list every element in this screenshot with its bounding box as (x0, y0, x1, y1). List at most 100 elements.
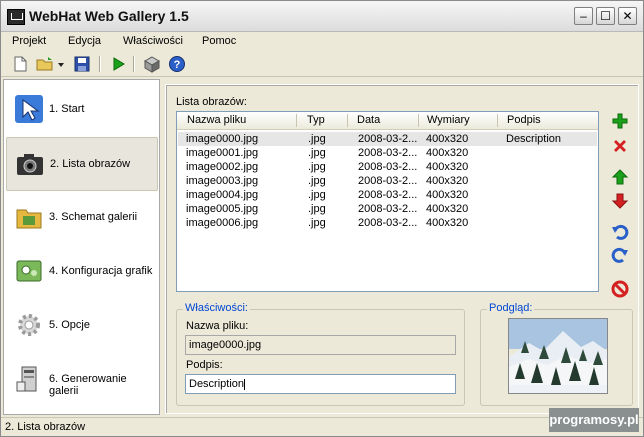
clear-icon[interactable] (611, 280, 629, 298)
folder-icon (16, 209, 42, 229)
cell-date: 2008-03-2... (358, 161, 418, 173)
cell-dimensions: 400x320 (426, 175, 469, 187)
app-icon (7, 9, 25, 25)
nav-item-schemat-galerii[interactable]: 3. Schemat galerii (6, 191, 158, 245)
nav-item-opcje[interactable]: 5. Opcje (6, 299, 158, 353)
image-list[interactable]: Nazwa pliku Typ Data Wymiary Podpis imag… (176, 111, 599, 292)
filename-label: Nazwa pliku: (186, 320, 249, 332)
table-row[interactable]: image0004.jpg .jpg 2008-03-2... 400x320 (178, 188, 597, 202)
move-down-icon[interactable] (611, 192, 629, 210)
save-icon[interactable] (73, 55, 91, 73)
column-divider[interactable] (296, 114, 297, 127)
table-row[interactable]: image0002.jpg .jpg 2008-03-2... 400x320 (178, 160, 597, 174)
toolbar-separator (133, 56, 135, 72)
column-divider[interactable] (347, 114, 348, 127)
cell-date: 2008-03-2... (358, 175, 418, 187)
open-dropdown-icon[interactable] (56, 55, 66, 73)
minimize-button[interactable]: – (574, 7, 593, 25)
status-text: 2. Lista obrazów (5, 421, 86, 433)
cell-filename: image0002.jpg (186, 161, 259, 173)
table-row[interactable]: image0001.jpg .jpg 2008-03-2... 400x320 (178, 146, 597, 160)
help-icon[interactable]: ? (168, 55, 186, 73)
cell-filename: image0004.jpg (186, 189, 259, 201)
nav-label: 6. Generowanie galerii (49, 373, 127, 397)
menu-bar: Projekt Edycja Właściwości Pomoc (1, 32, 643, 51)
cell-type: .jpg (308, 133, 326, 145)
cell-type: .jpg (308, 217, 326, 229)
move-up-icon[interactable] (611, 168, 629, 186)
image-config-icon (16, 260, 42, 282)
remove-icon[interactable] (611, 137, 629, 155)
table-row[interactable]: image0005.jpg .jpg 2008-03-2... 400x320 (178, 202, 597, 216)
cell-filename: image0003.jpg (186, 175, 259, 187)
image-list-label: Lista obrazów: (176, 96, 247, 108)
column-header-dimensions[interactable]: Wymiary (427, 114, 470, 126)
gear-icon (18, 314, 40, 336)
toolbar: ? (1, 52, 643, 77)
caption-label: Podpis: (186, 359, 223, 371)
cell-type: .jpg (308, 189, 326, 201)
nav-label: 4. Konfiguracja grafik (49, 265, 153, 277)
minimize-icon: – (580, 9, 587, 23)
nav-item-generowanie-galerii[interactable]: 6. Generowanie galerii (6, 353, 158, 407)
nav-item-lista-obrazow[interactable]: 2. Lista obrazów (6, 137, 158, 191)
caption-input[interactable]: Description (185, 374, 456, 394)
cell-dimensions: 400x320 (426, 147, 469, 159)
menu-projekt[interactable]: Projekt (12, 35, 46, 47)
cursor-icon (15, 95, 43, 123)
list-header: Nazwa pliku Typ Data Wymiary Podpis (177, 112, 598, 130)
nav-label: 2. Lista obrazów (50, 158, 131, 170)
svg-text:?: ? (174, 59, 181, 71)
menu-wlasciwosci[interactable]: Właściwości (123, 35, 183, 47)
table-row[interactable]: image0006.jpg .jpg 2008-03-2... 400x320 (178, 216, 597, 230)
preview-title: Podgląd: (487, 302, 535, 314)
menu-edycja[interactable]: Edycja (68, 35, 101, 47)
filename-field: image0000.jpg (185, 335, 456, 355)
close-icon: ✕ (622, 9, 633, 23)
open-folder-icon[interactable] (36, 55, 54, 73)
nav-label: 3. Schemat galerii (49, 211, 138, 223)
cell-dimensions: 400x320 (426, 203, 469, 215)
cell-filename: image0006.jpg (186, 217, 259, 229)
cell-dimensions: 400x320 (426, 189, 469, 201)
cell-caption: Description (506, 133, 562, 145)
watermark: programosy.pl (549, 408, 639, 432)
rotate-left-icon[interactable] (611, 223, 629, 241)
column-divider[interactable] (497, 114, 498, 127)
cell-filename: image0001.jpg (186, 147, 259, 159)
box-icon[interactable] (143, 55, 161, 73)
rotate-right-icon[interactable] (611, 246, 629, 264)
nav-item-konfiguracja-grafik[interactable]: 4. Konfiguracja grafik (6, 245, 158, 299)
maximize-button[interactable]: ☐ (596, 7, 615, 25)
menu-pomoc[interactable]: Pomoc (202, 35, 236, 47)
cell-date: 2008-03-2... (358, 217, 418, 229)
properties-title: Właściwości: (183, 302, 250, 314)
camera-icon (17, 154, 43, 175)
cell-date: 2008-03-2... (358, 203, 418, 215)
column-header-type[interactable]: Typ (307, 114, 325, 126)
run-icon[interactable] (109, 55, 127, 73)
computer-icon (16, 366, 37, 392)
column-header-date[interactable]: Data (357, 114, 380, 126)
table-row[interactable]: image0003.jpg .jpg 2008-03-2... 400x320 (178, 174, 597, 188)
add-icon[interactable] (611, 112, 629, 130)
column-divider[interactable] (418, 114, 419, 127)
new-file-icon[interactable] (11, 55, 29, 73)
column-header-filename[interactable]: Nazwa pliku (187, 114, 246, 126)
wizard-nav: 1. Start 2. Lista obrazów 3. Schemat gal… (3, 79, 160, 415)
nav-label: 5. Opcje (49, 319, 90, 331)
cell-date: 2008-03-2... (358, 147, 418, 159)
nav-label: 1. Start (49, 103, 85, 115)
cell-type: .jpg (308, 147, 326, 159)
cell-dimensions: 400x320 (426, 161, 469, 173)
cell-dimensions: 400x320 (426, 133, 469, 145)
close-button[interactable]: ✕ (618, 7, 637, 25)
column-header-caption[interactable]: Podpis (507, 114, 541, 126)
cell-dimensions: 400x320 (426, 217, 469, 229)
caption-value: Description (189, 378, 245, 390)
title-bar[interactable]: WebHat Web Gallery 1.5 – ☐ ✕ (1, 1, 643, 32)
table-row[interactable]: image0000.jpg .jpg 2008-03-2... 400x320 Desc… (178, 132, 597, 146)
app-window: WebHat Web Gallery 1.5 – ☐ ✕ Projekt Edy… (0, 0, 644, 437)
nav-item-start[interactable]: 1. Start (6, 83, 158, 137)
toolbar-separator (99, 56, 101, 72)
